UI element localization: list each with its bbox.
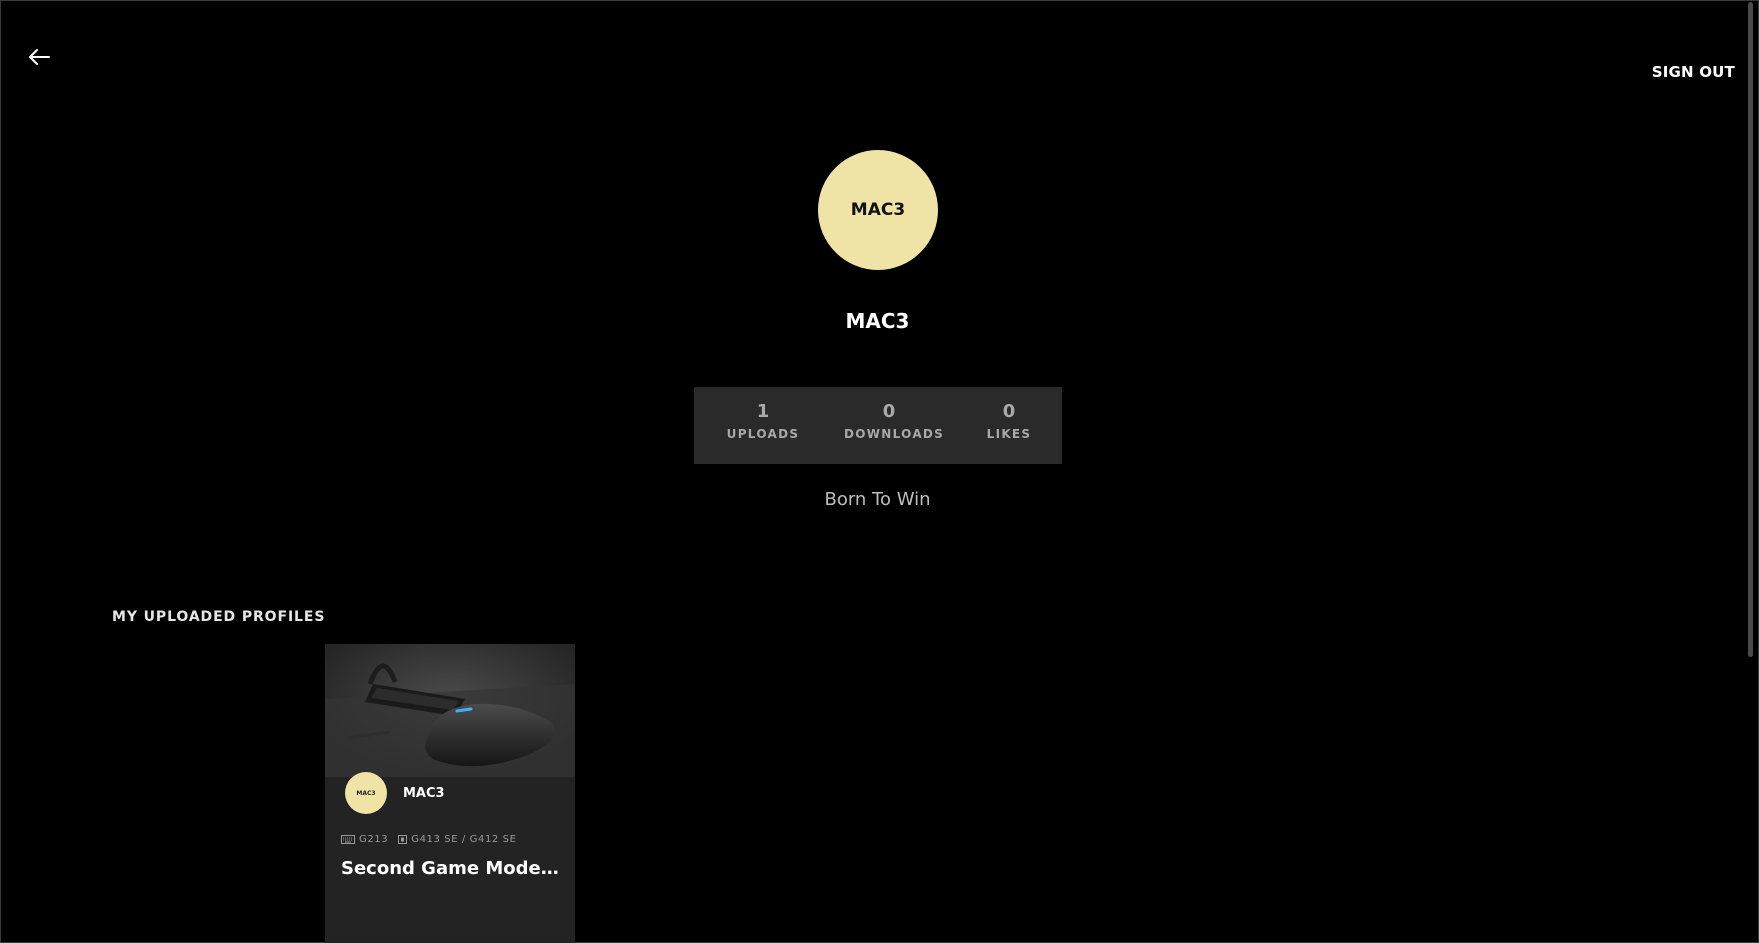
device-keyboard: G213 bbox=[341, 834, 388, 845]
avatar: MAC3 bbox=[818, 150, 938, 270]
gaming-setup-image bbox=[325, 644, 575, 777]
stat-value: 0 bbox=[1002, 401, 1016, 422]
back-button[interactable] bbox=[24, 44, 54, 70]
stat-value: 0 bbox=[882, 401, 896, 422]
avatar-text: MAC3 bbox=[850, 200, 906, 220]
stat-label: LIKES bbox=[986, 427, 1032, 441]
arrow-left-icon bbox=[29, 49, 50, 65]
stat-likes: 0 LIKES bbox=[982, 401, 1036, 441]
profile-card[interactable]: MAC3 MAC3 G213 G413 SE / G412 SE Second … bbox=[325, 644, 575, 943]
device-name: G213 bbox=[359, 834, 389, 845]
bio-text: Born To Win bbox=[824, 489, 931, 510]
stat-downloads: 0 DOWNLOADS bbox=[844, 401, 945, 441]
stat-label: DOWNLOADS bbox=[844, 427, 945, 441]
card-author: MAC3 bbox=[403, 786, 445, 801]
stat-uploads: 1 UPLOADS bbox=[726, 401, 800, 441]
keyboard-icon bbox=[341, 835, 355, 844]
card-avatar-text: MAC3 bbox=[356, 789, 376, 797]
stat-label: UPLOADS bbox=[726, 427, 800, 441]
stats-panel: 1 UPLOADS 0 DOWNLOADS 0 LIKES bbox=[694, 387, 1062, 464]
section-title: MY UPLOADED PROFILES bbox=[112, 609, 326, 625]
sign-out-button[interactable]: SIGN OUT bbox=[1652, 63, 1735, 81]
window-frame bbox=[0, 0, 1759, 943]
mouse-icon bbox=[398, 835, 408, 844]
stat-value: 1 bbox=[756, 401, 770, 422]
username: MAC3 bbox=[845, 309, 910, 333]
card-title: Second Game Mode G... bbox=[341, 858, 561, 879]
device-mouse: G413 SE / G412 SE bbox=[398, 834, 516, 845]
card-image bbox=[325, 644, 575, 777]
card-devices: G213 G413 SE / G412 SE bbox=[341, 834, 527, 845]
card-avatar: MAC3 bbox=[345, 772, 387, 814]
device-name: G413 SE / G412 SE bbox=[411, 834, 517, 845]
